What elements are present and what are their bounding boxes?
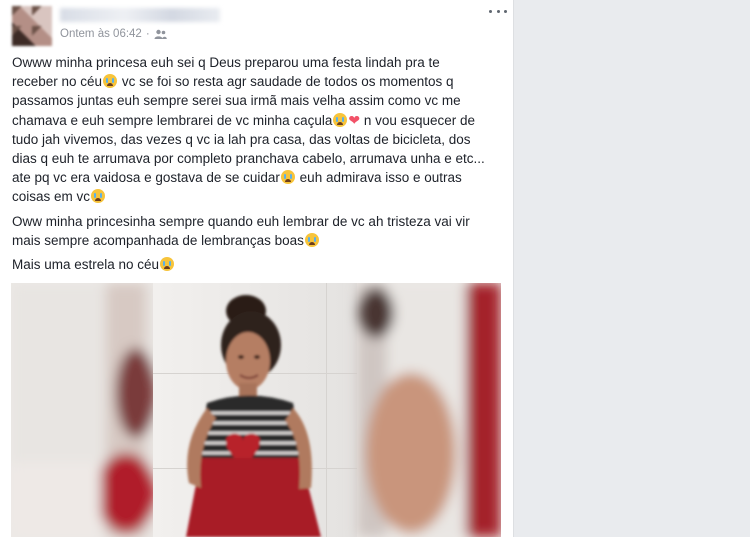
post-paragraph: Owww minha princesa euh sei q Deus prepa… <box>12 53 504 207</box>
post-text-line: receber no céu vc se foi so resta agr sa… <box>12 72 504 91</box>
text-fragment: passamos juntas euh sempre serei sua irm… <box>12 93 461 109</box>
crying-face-emoji-icon <box>304 232 319 247</box>
post-text: Owww minha princesa euh sei q Deus prepa… <box>12 53 504 279</box>
post-text-line: Oww minha princesinha sempre quando euh … <box>12 212 504 231</box>
text-fragment: n vou esquecer de <box>360 112 475 128</box>
text-fragment: receber no céu <box>12 74 103 90</box>
post-meta: Ontem às 06:42 · <box>60 28 167 40</box>
text-fragment: coisas em vc <box>12 189 91 205</box>
post-text-line: Owww minha princesa euh sei q Deus prepa… <box>12 53 504 72</box>
post-text-line: dias q euh te arrumava por completo pran… <box>12 149 504 168</box>
post-paragraph: Oww minha princesinha sempre quando euh … <box>12 212 504 250</box>
post-text-line: mais sempre acompanhada de lembranças bo… <box>12 231 504 250</box>
text-fragment: mais sempre acompanhada de lembranças bo… <box>12 232 304 248</box>
text-fragment: tudo jah vivemos, das vezes q vc ia lah … <box>12 131 471 147</box>
photo-center <box>153 283 357 537</box>
post-header: Ontem às 06:42 · <box>12 4 507 46</box>
facebook-post: Ontem às 06:42 · Owww minha princesa euh… <box>0 0 514 537</box>
blurred-avatar[interactable] <box>12 6 52 46</box>
crying-face-emoji-icon <box>280 170 295 185</box>
post-text-line: ate pq vc era vaidosa e gostava de se cu… <box>12 168 504 187</box>
post-text-line: chamava e euh sempre lembrarei de vc min… <box>12 111 504 130</box>
post-text-line: passamos juntas euh sempre serei sua irm… <box>12 91 504 110</box>
text-fragment: chamava e euh sempre lembrarei de vc min… <box>12 112 333 128</box>
post-timestamp[interactable]: Ontem às 06:42 <box>60 28 142 40</box>
crying-face-emoji-icon <box>160 257 175 272</box>
text-fragment: Oww minha princesinha sempre quando euh … <box>12 213 470 229</box>
post-text-line: Mais uma estrela no céu <box>12 255 504 274</box>
post-photo[interactable] <box>11 283 501 537</box>
heart-emoji-icon: ❤ <box>348 111 361 128</box>
meta-separator: · <box>145 28 150 40</box>
blurred-author-name[interactable] <box>60 8 220 22</box>
friends-icon[interactable] <box>154 29 167 39</box>
more-options-icon[interactable] <box>489 4 507 18</box>
post-text-line: tudo jah vivemos, das vezes q vc ia lah … <box>12 130 504 149</box>
text-fragment: ate pq vc era vaidosa e gostava de se cu… <box>12 170 280 186</box>
post-paragraph: Mais uma estrela no céu <box>12 255 504 274</box>
text-fragment: Owww minha princesa euh sei q Deus prepa… <box>12 55 440 70</box>
post-text-line: coisas em vc <box>12 187 504 206</box>
crying-face-emoji-icon <box>103 74 118 89</box>
text-fragment: dias q euh te arrumava por completo pran… <box>12 151 485 167</box>
photo-right-blur <box>357 283 501 537</box>
crying-face-emoji-icon <box>333 112 348 127</box>
text-fragment: vc se foi so resta agr saudade de todos … <box>118 74 454 90</box>
text-fragment: Mais uma estrela no céu <box>12 257 160 273</box>
photo-left-blur <box>11 283 156 537</box>
crying-face-emoji-icon <box>91 189 106 204</box>
text-fragment: euh admirava isso e outras <box>295 170 462 186</box>
